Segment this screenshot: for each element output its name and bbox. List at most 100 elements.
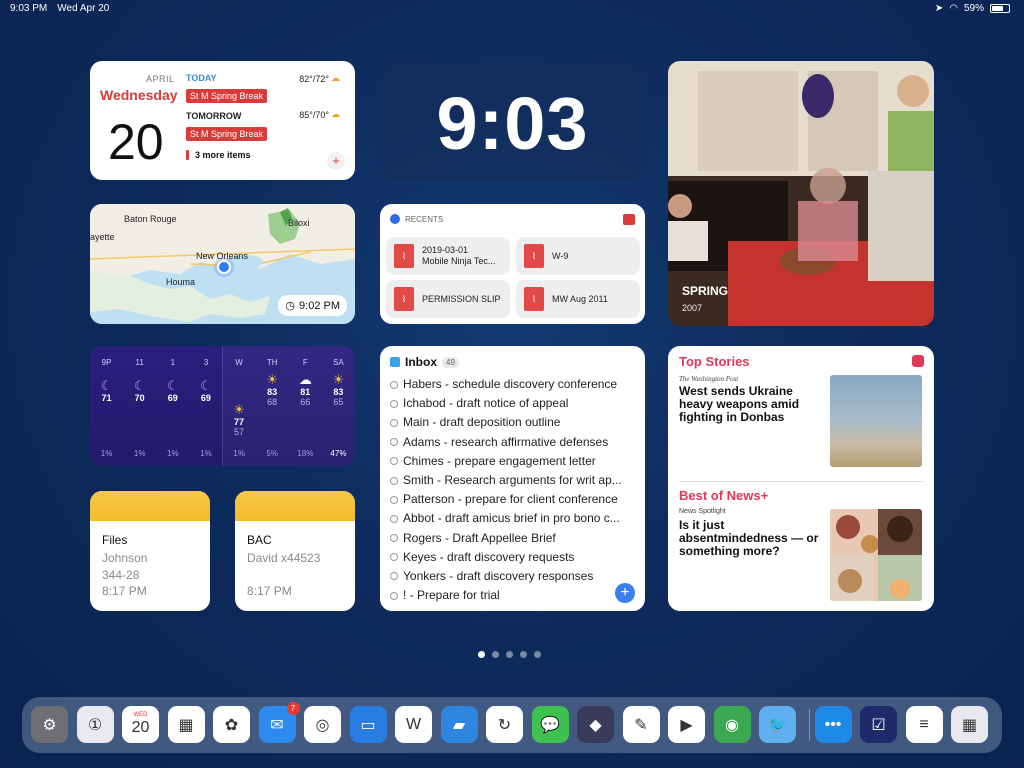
reminder-item[interactable]: Rogers - Draft Appellee Brief [390,529,640,548]
photo-widget[interactable]: SPRING 2007 [668,61,934,326]
reminder-item[interactable]: Keyes - draft discovery requests [390,548,640,567]
dots-icon: ••• [824,715,842,733]
goodnotes-app[interactable]: ✎ [622,706,660,743]
top-story-headline[interactable]: West sends Ukraine heavy weapons amid fi… [679,385,819,424]
story-publisher: The Washington Post [679,375,739,383]
top-story-image[interactable] [830,375,922,467]
mail-app[interactable]: ✉ 7 [258,702,300,743]
reminder-checkbox[interactable] [390,380,398,389]
reminder-text: ! - Prepare for trial [403,588,500,603]
battery-percent: 59% [963,3,984,14]
reminder-item[interactable]: Abbot - draft amicus brief in pro bono c… [390,509,640,528]
reminder-checkbox[interactable] [390,457,398,466]
weather-widget[interactable]: 9P ☾ 71 1% 11 ☾ 70 1% 1 ☾ 69 1% 3 ☾ 69 1% W ☀ 77 57 1% TH ☀ 83 6… [90,346,355,466]
add-event-button[interactable]: + [327,152,345,170]
calendar-widget[interactable]: APRIL Wednesday 20 TODAY 82°/72° ☁ St M S… [90,61,355,180]
word-app[interactable]: W [395,706,432,743]
safari-icon: ◎ [315,716,330,734]
reminder-item[interactable]: Patterson - prepare for client conferenc… [390,490,640,509]
forecast-precip: 18% [297,449,314,458]
calendar-month: APRIL [146,74,175,84]
forecast-precip: 1% [167,449,179,458]
map-widget[interactable]: Baton Rouge ayette Biloxi New Orleans Ho… [90,204,355,324]
photos-app[interactable]: ✿ [213,706,250,743]
page-dot[interactable] [492,651,499,658]
keynote-app[interactable]: ▭ [349,706,387,743]
tomorrow-event[interactable]: St M Spring Break [186,127,268,141]
news-widget[interactable]: Top Stories The Washington Post West sen… [668,346,934,611]
notes-icon: ≡ [919,715,929,733]
best-story-headline[interactable]: Is it just absentmindedness — or somethi… [679,519,819,558]
reminder-item[interactable]: Main - draft deposition outline [390,413,640,432]
backup-app[interactable]: ↻ [486,706,523,743]
notes-widget[interactable]: BAC David x44523 8:17 PM [235,491,355,611]
reminder-checkbox[interactable] [390,495,398,504]
files-app[interactable]: ▰ [440,706,478,743]
reminders-widget[interactable]: Inbox 49 Habers - schedule discovery con… [380,346,645,611]
reminder-checkbox[interactable] [390,399,398,408]
add-reminder-button[interactable]: + [615,583,635,603]
more-items[interactable]: 3 more items [186,150,350,160]
clock-widget[interactable]: 9:03 [380,61,645,180]
tweetbot-app[interactable]: 🐦 [759,706,796,743]
recent-file[interactable]: ⌇ PERMISSION SLIP [386,280,510,318]
news-logo-icon [912,355,924,367]
reminder-checkbox[interactable] [390,534,398,543]
reminder-checkbox[interactable] [390,591,398,600]
reminder-checkbox[interactable] [390,418,398,427]
forecast-column: TH ☀ 83 68 5% [256,346,289,466]
recent-file[interactable]: ⌇ 2019-03-01 Mobile Ninja Tec... [386,237,510,275]
battery-icon [990,4,1010,13]
weather-icon: ☀ [233,402,245,417]
reminder-checkbox[interactable] [390,514,398,523]
reminder-item[interactable]: Ichabod - draft notice of appeal [390,394,640,413]
forecast-time: F [302,358,308,367]
reminder-item[interactable]: Chimes - prepare engagement letter [390,452,640,471]
reminder-item[interactable]: Smith - Research arguments for writ ap..… [390,471,640,490]
reminder-item[interactable]: ! - Prepare for trial [390,586,640,605]
safari-app[interactable]: ◎ [304,706,341,743]
reminder-checkbox[interactable] [390,476,398,485]
recent-file[interactable]: ⌇ MW Aug 2011 [516,280,640,318]
files-recents-widget[interactable]: RECENTS ⌇ 2019-03-01 Mobile Ninja Tec... … [380,204,645,324]
findmy-icon: ◉ [725,716,739,734]
page-dot[interactable] [478,651,485,658]
forecast-precip: 5% [266,449,278,458]
forecast-low: 68 [267,397,278,407]
note-time: 8:17 PM [247,584,292,598]
page-indicator[interactable] [478,651,541,658]
pdf-icon: ▶ [680,716,693,734]
messages-app[interactable]: 💬 [531,706,569,743]
reminder-checkbox[interactable] [390,553,398,562]
findmy-app[interactable]: ◉ [713,706,751,743]
dots-app[interactable]: ••• [814,706,852,743]
reminder-item[interactable]: Habers - schedule discovery conference [390,375,640,394]
folder-app[interactable]: ▦ [951,706,988,743]
calendar-app[interactable]: WED 20 [122,706,159,743]
pdf-expert-icon [623,214,635,225]
page-dot[interactable] [520,651,527,658]
map-city-houma: Houma [166,277,196,287]
files-app-icon [390,214,400,224]
best-story-image[interactable] [830,509,922,601]
reminder-item[interactable]: Adams - research affirmative defenses [390,433,640,452]
page-dot[interactable] [534,651,541,658]
notes-app[interactable]: ≡ [905,706,943,743]
reminder-checkbox[interactable] [390,572,398,581]
pdf-app[interactable]: ▶ [668,706,705,743]
reminder-text: Rogers - Draft Appellee Brief [403,530,556,545]
weather-icon: ☀ [266,372,279,387]
settings-app[interactable]: ⚙ [31,706,68,743]
1password-app[interactable]: ① [76,706,114,743]
notes-widget[interactable]: Files Johnson 344-28 8:17 PM [90,491,210,611]
fantastical-app[interactable]: ▦ [167,706,205,743]
forecast-column: W ☀ 77 57 1% [223,346,256,466]
recent-file[interactable]: ⌇ W-9 [516,237,640,275]
reminder-item[interactable]: Yonkers - draft discovery responses [390,567,640,586]
page-dot[interactable] [506,651,513,658]
reminder-checkbox[interactable] [390,438,398,447]
omnifocus-app[interactable]: ☑ [860,706,897,743]
calendar-day: 20 [108,114,164,170]
shortcuts-app[interactable]: ◆ [577,706,614,743]
today-event[interactable]: St M Spring Break [186,89,268,103]
